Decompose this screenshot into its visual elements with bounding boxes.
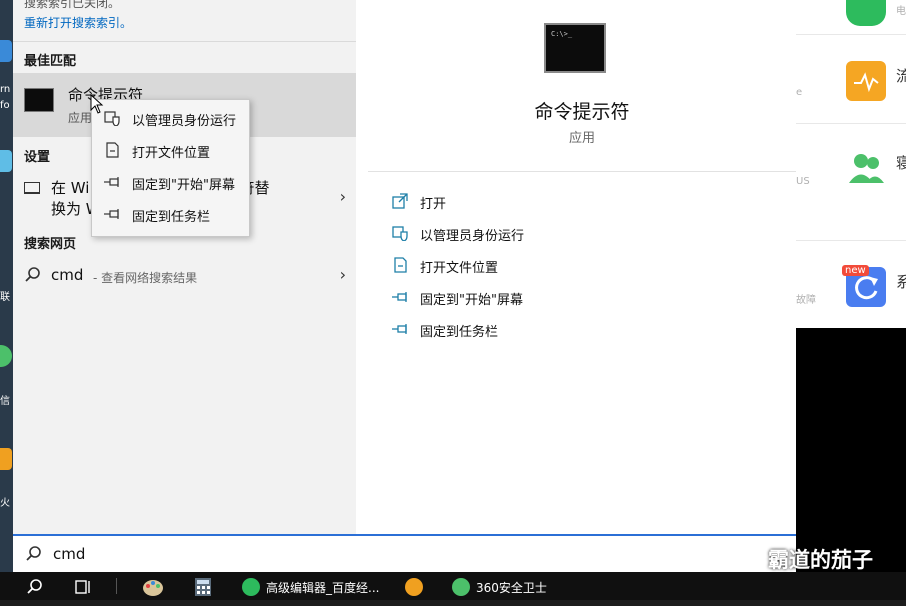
bg-row-title: 流 — [896, 67, 906, 85]
editor-app-icon[interactable] — [242, 578, 260, 596]
desktop-app-icon[interactable] — [0, 345, 12, 367]
desktop-label: 联 — [0, 292, 10, 303]
prompt-glyph: C:\>_ — [551, 30, 573, 38]
task-view-icon[interactable] — [74, 578, 92, 606]
action-label: 以管理员身份运行 — [420, 229, 525, 244]
pin-icon — [392, 292, 407, 302]
ctx-open-file-location[interactable]: 打开文件位置 — [92, 134, 249, 166]
pin-icon — [104, 177, 119, 187]
desktop-app-icon[interactable] — [0, 150, 12, 172]
security-app-icon[interactable] — [452, 578, 470, 596]
mouse-cursor-icon — [90, 94, 104, 114]
bg-row-subtext: 电 — [896, 6, 906, 17]
ctx-label: 打开文件位置 — [132, 146, 211, 161]
cmd-app-icon — [24, 88, 54, 112]
results-column: 搜索索引已关闭。 重新打开搜索索引。 最佳匹配 命令提示符 应用 设置 在 Wi… — [13, 0, 356, 534]
app-tile-icon — [846, 0, 886, 26]
best-match-type: 应用 — [68, 111, 93, 125]
action-pin-to-start[interactable]: 固定到"开始"屏幕 — [388, 284, 688, 312]
search-input[interactable]: cmd — [53, 545, 85, 563]
taskbar-app-label[interactable]: 360安全卫士 — [476, 579, 547, 596]
file-location-icon — [106, 142, 119, 158]
ctx-label: 固定到"开始"屏幕 — [132, 178, 235, 193]
chevron-right-icon[interactable]: › — [340, 187, 346, 206]
taskbar-app-label[interactable]: 高级编辑器_百度经... — [266, 579, 379, 596]
desktop-app-icon[interactable] — [0, 40, 12, 62]
web-search-item[interactable]: cmd - 查看网络搜索结果 › — [13, 258, 356, 294]
ctx-label: 以管理员身份运行 — [132, 114, 237, 129]
search-icon — [26, 546, 41, 561]
start-search-panel: 搜索索引已关闭。 重新打开搜索索引。 最佳匹配 命令提示符 应用 设置 在 Wi… — [13, 0, 796, 534]
ctx-label: 固定到任务栏 — [132, 210, 211, 225]
ctx-run-as-admin[interactable]: 以管理员身份运行 — [92, 102, 249, 134]
new-badge: new — [842, 265, 869, 276]
bg-app-row[interactable]: 流 e — [796, 35, 906, 124]
settings-header: 设置 — [24, 150, 51, 165]
web-header: 搜索网页 — [24, 237, 77, 252]
context-menu: 以管理员身份运行 打开文件位置 固定到"开始"屏幕 固定到任务栏 — [91, 99, 250, 237]
detail-title: 命令提示符 — [534, 101, 630, 123]
bg-row-subtext: 故障 — [796, 295, 816, 306]
search-box[interactable]: cmd — [13, 534, 796, 572]
action-label: 固定到"开始"屏幕 — [420, 293, 523, 308]
search-icon[interactable] — [26, 578, 44, 606]
action-pin-to-taskbar[interactable]: 固定到任务栏 — [388, 316, 688, 344]
desktop-label: rn — [0, 84, 11, 95]
file-location-icon — [394, 257, 407, 273]
desktop-label: 信 — [0, 396, 10, 407]
divider — [368, 171, 796, 172]
paint-palette-icon[interactable] — [142, 577, 164, 605]
bg-row-subtext: e — [796, 87, 803, 98]
desktop-label: fo — [0, 100, 10, 111]
bg-row-subtext: US — [796, 176, 810, 187]
reopen-index-link[interactable]: 重新打开搜索索引。 — [24, 14, 132, 31]
cmd-app-icon: C:\>_ — [544, 23, 606, 73]
monitor-icon — [24, 182, 40, 194]
background-dark-area — [796, 328, 906, 572]
action-open[interactable]: 打开 — [388, 188, 688, 216]
detail-pane: C:\>_ 命令提示符 应用 打开 以管理员身份运行 打开文件位置 固定到"开始… — [368, 0, 796, 534]
g-app-icon[interactable] — [405, 578, 423, 596]
web-query: cmd — [51, 266, 84, 284]
watermark-text: 霸道的茄子 — [768, 548, 873, 572]
ctx-pin-to-taskbar[interactable]: 固定到任务栏 — [92, 198, 249, 230]
bg-row-title: 系 — [896, 273, 906, 291]
action-open-file-location[interactable]: 打开文件位置 — [388, 252, 688, 280]
best-match-header: 最佳匹配 — [24, 54, 77, 69]
pin-icon — [104, 209, 119, 219]
calculator-icon[interactable] — [194, 577, 212, 605]
pin-icon — [392, 324, 407, 334]
desktop-edge: rn fo 联 信 火 — [0, 0, 13, 572]
action-label: 打开文件位置 — [420, 261, 499, 276]
bg-app-row[interactable]: 电 — [796, 0, 906, 35]
ctx-pin-to-start[interactable]: 固定到"开始"屏幕 — [92, 166, 249, 198]
bg-app-row[interactable]: 寝 US — [796, 124, 906, 241]
bg-row-title: 寝 — [896, 154, 906, 172]
search-icon — [25, 267, 40, 282]
chevron-right-icon[interactable]: › — [340, 265, 346, 284]
bg-app-row[interactable]: new 系 故障 — [796, 241, 906, 328]
detail-subtitle: 应用 — [568, 131, 595, 146]
users-icon — [846, 148, 886, 188]
taskbar: 高级编辑器_百度经... 360安全卫士 — [0, 572, 906, 600]
background-app-window: 电 流 e 寝 US new 系 故障 — [796, 0, 906, 328]
action-run-as-admin[interactable]: 以管理员身份运行 — [388, 220, 688, 248]
desktop-app-icon[interactable] — [0, 448, 12, 470]
desktop-label: 火 — [0, 498, 10, 509]
shield-run-icon — [104, 111, 120, 126]
action-label: 打开 — [420, 197, 447, 212]
wechat-icon — [730, 551, 756, 570]
settings-line1: 在 Wi — [51, 179, 90, 197]
index-notice: 搜索索引已关闭。 — [24, 0, 121, 10]
open-icon — [392, 193, 408, 209]
pulse-chart-icon — [846, 61, 886, 101]
action-label: 固定到任务栏 — [420, 325, 499, 340]
web-query-suffix: - 查看网络搜索结果 — [93, 271, 198, 285]
taskbar-divider — [116, 578, 117, 594]
divider — [13, 41, 356, 42]
shield-run-icon — [392, 226, 408, 241]
